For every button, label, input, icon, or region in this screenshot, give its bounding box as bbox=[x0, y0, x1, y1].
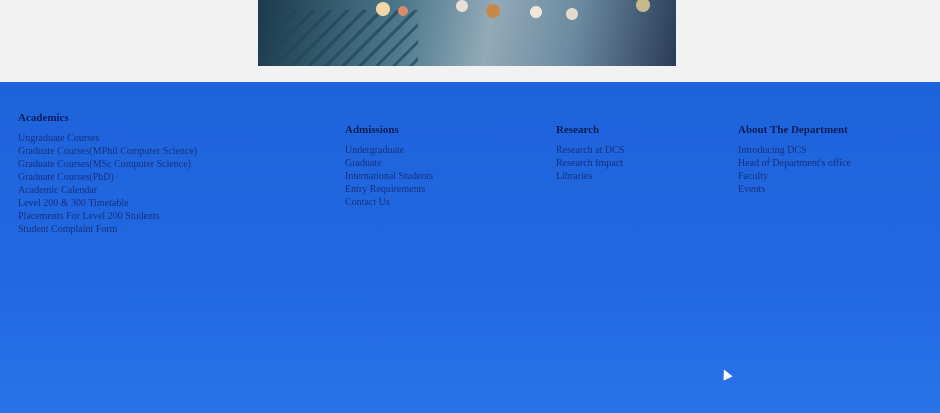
footer-link-research-impact[interactable]: Research Impact bbox=[556, 157, 624, 170]
footer-link-list-about: Introducing DCS Head of Department's off… bbox=[738, 144, 851, 196]
footer-link-graduate[interactable]: Graduate bbox=[345, 157, 433, 170]
footer-heading-admissions: Admissions bbox=[345, 124, 399, 136]
footer-link-entry-requirements[interactable]: Entry Requirements bbox=[345, 183, 433, 196]
footer-link-graduate-msc[interactable]: Graduate Courses(MSc Computer Science) bbox=[18, 158, 197, 171]
footer-column-about: About The Department Introducing DCS Hea… bbox=[738, 124, 851, 196]
footer-column-academics: Academics Ungraduate Courses Graduate Co… bbox=[18, 112, 197, 236]
hero-decoration bbox=[278, 10, 418, 66]
hero-light-dot bbox=[376, 2, 390, 16]
footer-link-international-students[interactable]: International Students bbox=[345, 170, 433, 183]
footer-link-placements[interactable]: Placements For Level 200 Students bbox=[18, 210, 197, 223]
footer-link-graduate-phd[interactable]: Graduate Courses(PhD) bbox=[18, 171, 197, 184]
footer-link-undergraduate[interactable]: Undergraduate bbox=[345, 144, 433, 157]
footer-link-undergraduate-courses[interactable]: Ungraduate Courses bbox=[18, 132, 197, 145]
hero-light-dot bbox=[486, 4, 500, 18]
footer-link-contact-us[interactable]: Contact Us bbox=[345, 196, 433, 209]
footer-link-graduate-mphil[interactable]: Graduate Courses(MPhil Computer Science) bbox=[18, 145, 197, 158]
footer-heading-about: About The Department bbox=[738, 124, 848, 136]
footer-link-list-research: Research at DCS Research Impact Librarie… bbox=[556, 144, 624, 183]
footer-link-list-admissions: Undergraduate Graduate International Stu… bbox=[345, 144, 433, 209]
footer-link-libraries[interactable]: Libraries bbox=[556, 170, 624, 183]
footer-link-complaint-form[interactable]: Student Complaint Form bbox=[18, 223, 197, 236]
hero-light-dot bbox=[398, 6, 408, 16]
hero-light-dot bbox=[636, 0, 650, 12]
mouse-cursor-icon bbox=[719, 367, 733, 381]
footer-column-research: Research Research at DCS Research Impact… bbox=[556, 124, 624, 183]
footer-link-academic-calendar[interactable]: Academic Calendar bbox=[18, 184, 197, 197]
hero-light-dot bbox=[456, 0, 468, 12]
footer-link-list-academics: Ungraduate Courses Graduate Courses(MPhi… bbox=[18, 132, 197, 236]
footer-link-head-of-department[interactable]: Head of Department's office bbox=[738, 157, 851, 170]
footer-link-faculty[interactable]: Faculty bbox=[738, 170, 851, 183]
footer-link-introducing-dcs[interactable]: Introducing DCS bbox=[738, 144, 851, 157]
footer-link-events[interactable]: Events bbox=[738, 183, 851, 196]
footer-column-admissions: Admissions Undergraduate Graduate Intern… bbox=[345, 124, 433, 209]
hero-light-dot bbox=[566, 8, 578, 20]
footer-heading-academics: Academics bbox=[18, 112, 69, 124]
footer-link-timetable[interactable]: Level 200 & 300 Timetable bbox=[18, 197, 197, 210]
hero-banner-image bbox=[258, 0, 676, 66]
site-footer: Academics Ungraduate Courses Graduate Co… bbox=[0, 82, 940, 413]
hero-light-dot bbox=[530, 6, 542, 18]
footer-link-research-at-dcs[interactable]: Research at DCS bbox=[556, 144, 624, 157]
footer-heading-research: Research bbox=[556, 124, 600, 136]
